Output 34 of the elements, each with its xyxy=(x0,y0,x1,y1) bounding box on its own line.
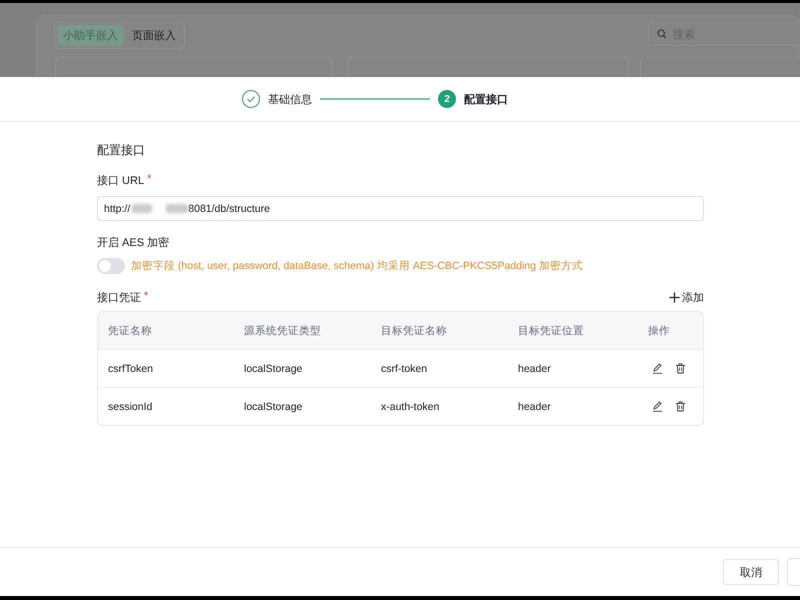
column-header: 凭证名称 xyxy=(108,324,153,338)
trash-icon[interactable] xyxy=(675,363,686,374)
table-cell-text: localStorage xyxy=(244,362,304,374)
field-label: 接口凭证 xyxy=(97,290,141,305)
section-title: 配置接口 xyxy=(97,142,146,159)
column-header: 目标凭证名称 xyxy=(381,324,448,338)
plus-icon xyxy=(669,292,680,303)
field-label: 接口 URL xyxy=(97,174,144,188)
table-cell-text: csrf-token xyxy=(381,362,428,374)
encryption-hint: 加密字段 (host, user, password, dataBase, schema) 均采用 AES-CBC-PKCS5Padding 加密方式 xyxy=(131,259,583,273)
table-cell-text: csrfToken xyxy=(108,362,154,374)
trash-icon[interactable] xyxy=(675,401,686,412)
add-button[interactable]: 添加 xyxy=(669,290,704,305)
table-cell-text: sessionId xyxy=(108,400,154,412)
field-label: 开启 AES 加密 xyxy=(97,236,170,250)
table-cell-text: x-auth-token xyxy=(381,400,440,412)
column-header: 源系统凭证类型 xyxy=(244,324,322,338)
column-header: 目标凭证位置 xyxy=(518,324,585,338)
step-number: 2 xyxy=(438,90,456,108)
embed-tab[interactable]: 页面嵌入 xyxy=(126,25,182,46)
edit-icon[interactable] xyxy=(652,401,663,412)
step-label: 配置接口 xyxy=(464,92,508,106)
search-icon xyxy=(657,29,667,39)
cancel-button[interactable]: 取消 xyxy=(723,559,779,585)
url-input-field[interactable]: http:// 8081/db/structure xyxy=(97,196,704,221)
edit-icon[interactable] xyxy=(652,363,663,374)
column-header: 操作 xyxy=(648,324,671,338)
required-mark: * xyxy=(144,290,148,304)
aes-toggle-switch[interactable] xyxy=(97,258,125,274)
required-mark: * xyxy=(147,173,152,187)
table-cell-text: header xyxy=(518,362,552,374)
step-label: 基础信息 xyxy=(268,92,312,106)
table-cell-text: header xyxy=(518,400,552,412)
table-cell-text: localStorage xyxy=(244,400,304,412)
